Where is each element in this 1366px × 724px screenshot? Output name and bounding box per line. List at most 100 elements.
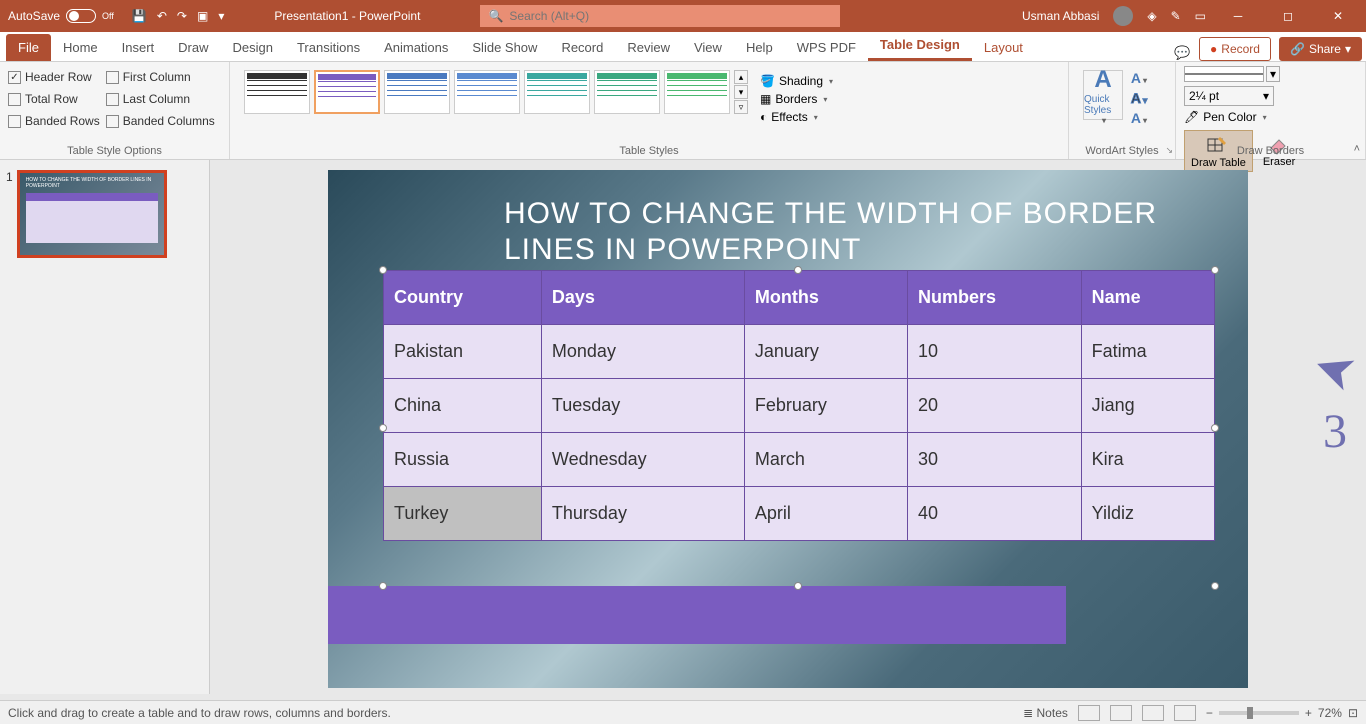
shading-button[interactable]: 🪣Shading — [760, 74, 833, 88]
slide-thumbnail-1[interactable]: 1 HOW TO CHANGE THE WIDTH OF BORDER LINE… — [6, 170, 203, 258]
tab-table-design[interactable]: Table Design — [868, 31, 972, 61]
header-row-checkbox[interactable]: ✓Header Row — [8, 66, 100, 88]
cell[interactable]: 30 — [908, 433, 1082, 487]
zoom-slider[interactable] — [1219, 711, 1299, 715]
wordart-launcher-icon[interactable]: ↘ — [1165, 145, 1173, 156]
cell[interactable]: Yildiz — [1081, 487, 1214, 541]
diamond-icon[interactable]: ◈ — [1147, 9, 1156, 23]
cell[interactable]: Russia — [384, 433, 542, 487]
tab-wps-pdf[interactable]: WPS PDF — [785, 34, 868, 61]
zoom-in-button[interactable]: + — [1305, 706, 1312, 720]
redo-icon[interactable]: ↷ — [177, 9, 187, 23]
cell[interactable]: Tuesday — [541, 379, 744, 433]
cell[interactable]: Wednesday — [541, 433, 744, 487]
slide-title[interactable]: HOW TO CHANGE THE WIDTH OF BORDER LINES … — [504, 196, 1218, 268]
cell[interactable]: Thursday — [541, 487, 744, 541]
th-numbers[interactable]: Numbers — [908, 271, 1082, 325]
cell[interactable]: 40 — [908, 487, 1082, 541]
table-style-4[interactable] — [454, 70, 520, 114]
gallery-up-icon[interactable]: ▴ — [734, 70, 748, 84]
cell[interactable]: March — [744, 433, 907, 487]
notes-button[interactable]: ≣ Notes — [1023, 706, 1068, 720]
tab-layout[interactable]: Layout — [972, 34, 1035, 61]
cell[interactable]: Pakistan — [384, 325, 542, 379]
table-style-5[interactable] — [524, 70, 590, 114]
collapse-ribbon-icon[interactable]: ˄ — [1354, 143, 1360, 155]
cell[interactable]: Fatima — [1081, 325, 1214, 379]
sorter-view-button[interactable] — [1110, 705, 1132, 721]
close-button[interactable]: ✕ — [1320, 9, 1356, 23]
cell[interactable]: Jiang — [1081, 379, 1214, 433]
tab-view[interactable]: View — [682, 34, 734, 61]
cell[interactable]: Kira — [1081, 433, 1214, 487]
tab-transitions[interactable]: Transitions — [285, 34, 372, 61]
search-input[interactable] — [509, 9, 832, 23]
th-country[interactable]: Country — [384, 271, 542, 325]
cell[interactable]: 20 — [908, 379, 1082, 433]
fit-button[interactable]: ⊡ — [1348, 706, 1358, 720]
undo-icon[interactable]: ↶ — [157, 9, 167, 23]
save-icon[interactable]: 💾 — [132, 9, 147, 23]
pen-style-select[interactable] — [1184, 66, 1264, 82]
pen-color-button[interactable]: 🖊Pen Color — [1184, 110, 1357, 124]
banded-rows-checkbox[interactable]: Banded Rows — [8, 110, 100, 132]
autosave-toggle[interactable]: AutoSave Off — [0, 9, 122, 23]
share-button[interactable]: 🔗Share▾ — [1279, 37, 1362, 61]
tab-home[interactable]: Home — [51, 34, 110, 61]
search-box[interactable]: 🔍 — [480, 5, 840, 27]
user-name[interactable]: Usman Abbasi — [1022, 9, 1099, 23]
ribbon-mode-icon[interactable]: ▭ — [1195, 9, 1206, 23]
tab-record[interactable]: Record — [549, 34, 615, 61]
table-style-3[interactable] — [384, 70, 450, 114]
cell[interactable]: 10 — [908, 325, 1082, 379]
quick-styles-button[interactable]: AQuick Styles — [1083, 70, 1123, 120]
pen-weight-select[interactable]: 2¼ pt▾ — [1184, 86, 1274, 106]
tab-review[interactable]: Review — [615, 34, 682, 61]
th-name[interactable]: Name — [1081, 271, 1214, 325]
zoom-out-button[interactable]: − — [1206, 706, 1213, 720]
cell[interactable]: China — [384, 379, 542, 433]
table-style-2[interactable] — [314, 70, 380, 114]
cell[interactable]: January — [744, 325, 907, 379]
text-outline-button[interactable]: A — [1127, 90, 1151, 108]
th-months[interactable]: Months — [744, 271, 907, 325]
text-fill-button[interactable]: A — [1127, 70, 1151, 88]
selection-handle[interactable] — [794, 266, 802, 274]
tab-draw[interactable]: Draw — [166, 34, 220, 61]
tab-slideshow[interactable]: Slide Show — [460, 34, 549, 61]
record-button[interactable]: ●Record — [1199, 37, 1271, 61]
tab-animations[interactable]: Animations — [372, 34, 460, 61]
gallery-more-icon[interactable]: ▿ — [734, 100, 748, 114]
avatar-icon[interactable] — [1113, 6, 1133, 26]
effects-button[interactable]: ◐Effects — [760, 110, 833, 124]
cell-selected[interactable]: Turkey — [384, 487, 542, 541]
selection-handle[interactable] — [1211, 266, 1219, 274]
tab-help[interactable]: Help — [734, 34, 785, 61]
reading-view-button[interactable] — [1142, 705, 1164, 721]
banded-columns-checkbox[interactable]: Banded Columns — [106, 110, 215, 132]
slide-table[interactable]: Country Days Months Numbers Name Pakista… — [383, 270, 1215, 541]
text-effects-button[interactable]: A — [1127, 110, 1151, 128]
wand-icon[interactable]: ✎ — [1171, 9, 1181, 23]
present-icon[interactable]: ▣ — [197, 9, 208, 23]
tab-file[interactable]: File — [6, 34, 51, 61]
selection-handle[interactable] — [1211, 424, 1219, 432]
table-style-7[interactable] — [664, 70, 730, 114]
minimize-button[interactable]: ─ — [1220, 9, 1256, 23]
gallery-down-icon[interactable]: ▾ — [734, 85, 748, 99]
selection-handle[interactable] — [794, 582, 802, 590]
cell[interactable]: April — [744, 487, 907, 541]
tab-design[interactable]: Design — [221, 34, 285, 61]
slide-canvas-area[interactable]: HOW TO CHANGE THE WIDTH OF BORDER LINES … — [210, 160, 1366, 694]
cell[interactable]: February — [744, 379, 907, 433]
last-column-checkbox[interactable]: Last Column — [106, 88, 215, 110]
zoom-value[interactable]: 72% — [1318, 706, 1342, 720]
maximize-button[interactable]: ◻ — [1270, 9, 1306, 23]
selection-handle[interactable] — [379, 266, 387, 274]
selection-handle[interactable] — [379, 582, 387, 590]
comments-button[interactable]: 💬 — [1169, 45, 1195, 61]
slideshow-view-button[interactable] — [1174, 705, 1196, 721]
table-style-6[interactable] — [594, 70, 660, 114]
table-style-1[interactable] — [244, 70, 310, 114]
pen-style-dropdown-icon[interactable]: ▾ — [1266, 66, 1280, 82]
